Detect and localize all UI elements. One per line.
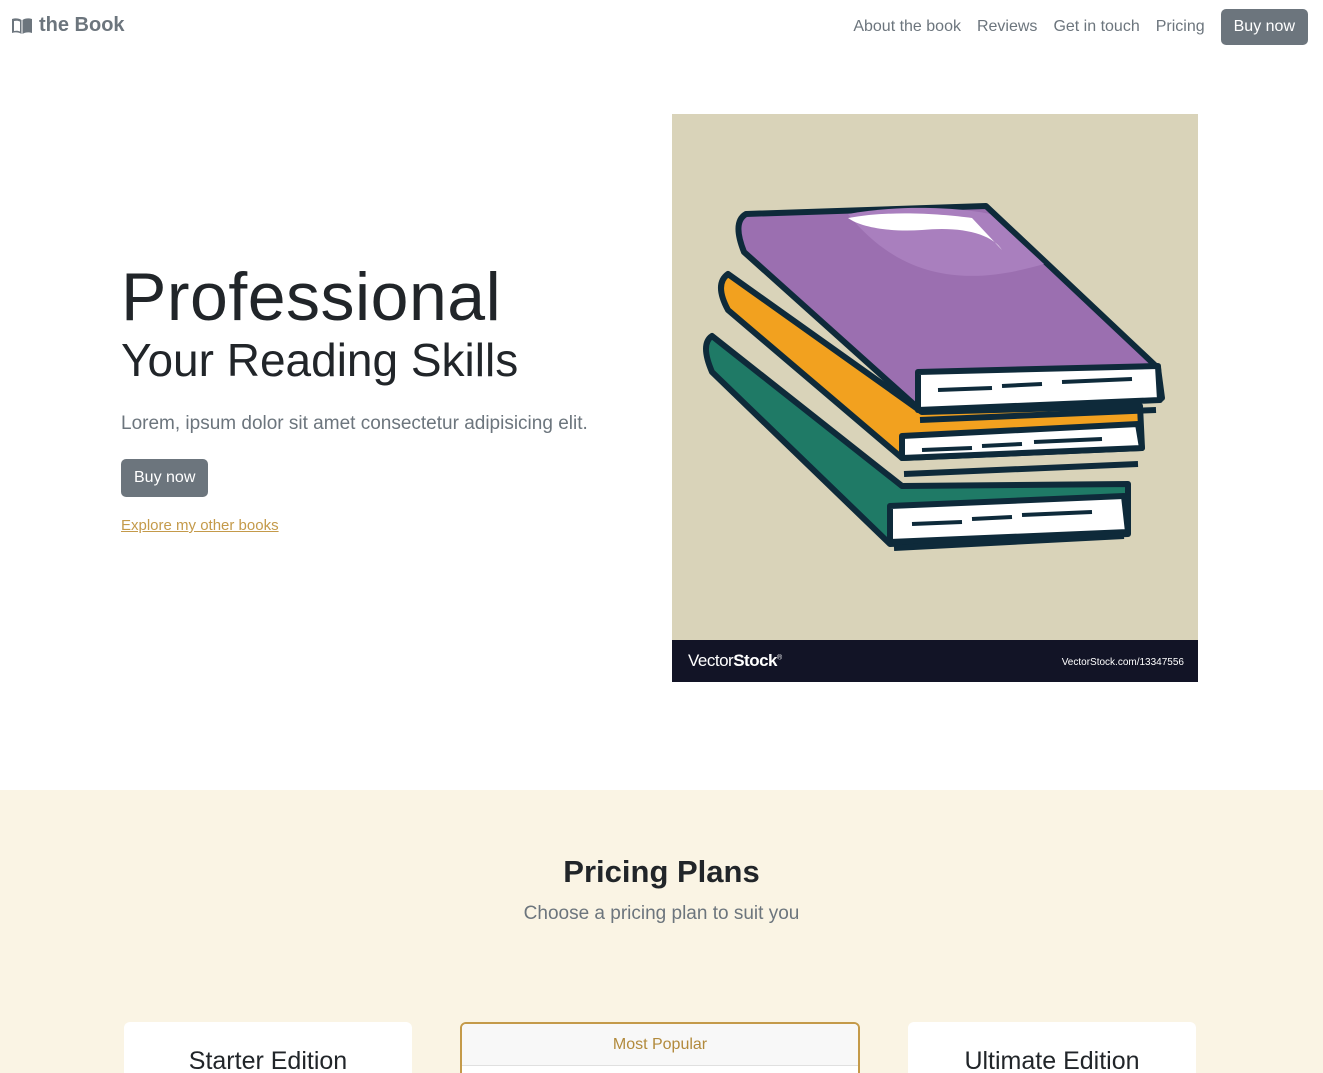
explore-books-link[interactable]: Explore my other books xyxy=(121,517,641,534)
nav-buy-now-button[interactable]: Buy now xyxy=(1220,9,1308,45)
pricing-section: Pricing Plans Choose a pricing plan to s… xyxy=(0,790,1323,1073)
book-icon xyxy=(11,17,33,35)
vectorstock-logo: VectorStock® xyxy=(688,651,782,670)
nav-link-contact[interactable]: Get in touch xyxy=(1045,8,1147,46)
hero-lead: Lorem, ipsum dolor sit amet consectetur … xyxy=(121,413,588,434)
hero-subtitle: Your Reading Skills xyxy=(121,334,519,386)
plan-title-starter: Starter Edition xyxy=(188,1047,348,1073)
hero-buy-now-button[interactable]: Buy now xyxy=(121,459,209,497)
watermark-url: VectorStock.com/13347556 xyxy=(1061,657,1184,668)
pricing-card-popular: Most Popular xyxy=(460,1022,860,1073)
hero-text: Professional Your Reading Skills Lorem, … xyxy=(121,255,641,534)
book-stack-illustration xyxy=(703,203,1165,551)
plan-title-ultimate: Ultimate Edition xyxy=(964,1047,1140,1073)
nav-link-pricing[interactable]: Pricing xyxy=(1148,8,1213,46)
pricing-card-ultimate: Ultimate Edition xyxy=(908,1022,1196,1073)
hero-book-stack-image: VectorStock® VectorStock.com/13347556 xyxy=(672,114,1198,682)
navbar: the Book About the book Reviews Get in t… xyxy=(0,0,1323,56)
nav-link-reviews[interactable]: Reviews xyxy=(969,8,1045,46)
pricing-title: Pricing Plans xyxy=(563,854,760,889)
watermark-bar: VectorStock® VectorStock.com/13347556 xyxy=(672,640,1198,682)
nav-links: About the book Reviews Get in touch Pric… xyxy=(845,8,1308,46)
nav-link-about[interactable]: About the book xyxy=(845,8,969,46)
pricing-subtitle: Choose a pricing plan to suit you xyxy=(523,903,800,924)
brand-name: the Book xyxy=(39,14,125,36)
hero-title: Professional xyxy=(121,259,502,335)
brand-link[interactable]: the Book xyxy=(11,14,125,37)
most-popular-badge: Most Popular xyxy=(462,1024,858,1066)
pricing-card-starter: Starter Edition xyxy=(124,1022,412,1073)
